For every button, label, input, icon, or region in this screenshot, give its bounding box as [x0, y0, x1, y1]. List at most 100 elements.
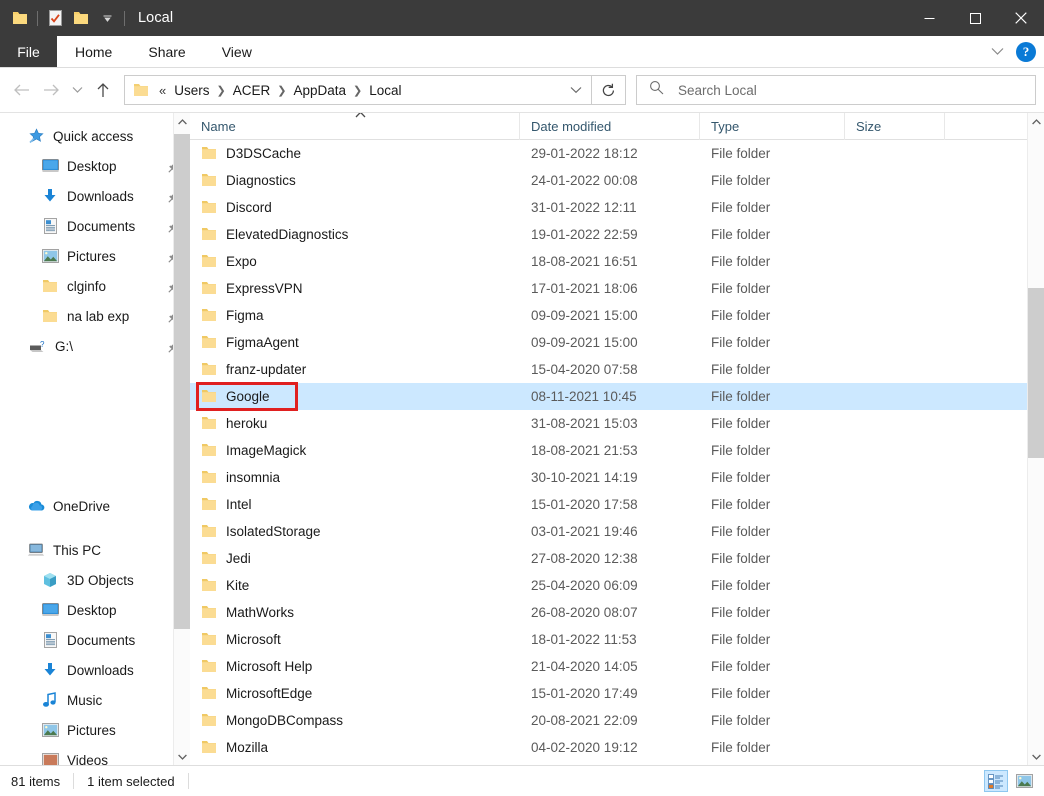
search-input[interactable]: Search Local — [678, 83, 757, 98]
details-view-button[interactable] — [984, 770, 1008, 792]
maximize-icon[interactable] — [952, 0, 998, 36]
table-row[interactable]: IsolatedStorage03-01-2021 19:46File fold… — [190, 518, 1044, 545]
sidebar-item-pc-pictures[interactable]: Pictures — [0, 715, 190, 745]
table-row[interactable]: FigmaAgent09-09-2021 15:00File folder — [190, 329, 1044, 356]
minimize-icon[interactable] — [906, 0, 952, 36]
table-row[interactable]: Diagnostics24-01-2022 00:08File folder — [190, 167, 1044, 194]
breadcrumb-item-appdata[interactable]: AppData — [287, 83, 352, 98]
table-row[interactable]: Intel15-01-2020 17:58File folder — [190, 491, 1044, 518]
documents-icon — [40, 216, 60, 236]
cell-name: insomnia — [190, 470, 520, 486]
table-row[interactable]: D3DSCache29-01-2022 18:12File folder — [190, 140, 1044, 167]
column-header-date-modified[interactable]: Date modified — [520, 113, 700, 140]
scroll-down-icon[interactable] — [1028, 748, 1044, 765]
scroll-down-icon[interactable] — [174, 748, 191, 765]
table-row[interactable]: Kite25-04-2020 06:09File folder — [190, 572, 1044, 599]
cell-type: File folder — [700, 605, 845, 620]
file-scroll-thumb[interactable] — [1028, 288, 1044, 458]
table-row[interactable]: ImageMagick18-08-2021 21:53File folder — [190, 437, 1044, 464]
sidebar-item-downloads[interactable]: Downloads — [0, 181, 190, 211]
chevron-down-icon[interactable] — [984, 39, 1010, 65]
tab-share[interactable]: Share — [130, 36, 203, 67]
table-row[interactable]: heroku31-08-2021 15:03File folder — [190, 410, 1044, 437]
sidebar-label: Documents — [67, 219, 135, 234]
sidebar-item-desktop[interactable]: Desktop — [0, 151, 190, 181]
table-row[interactable]: insomnia30-10-2021 14:19File folder — [190, 464, 1044, 491]
sidebar-item-pc-downloads[interactable]: Downloads — [0, 655, 190, 685]
table-row[interactable]: Discord31-01-2022 12:11File folder — [190, 194, 1044, 221]
refresh-button[interactable] — [592, 75, 626, 105]
table-row[interactable]: ExpressVPN17-01-2021 18:06File folder — [190, 275, 1044, 302]
chevron-right-icon[interactable]: ❯ — [216, 84, 227, 97]
table-row[interactable]: Google08-11-2021 10:45File folder — [190, 383, 1044, 410]
folder-icon — [201, 578, 217, 594]
sidebar-item-pictures[interactable]: Pictures — [0, 241, 190, 271]
table-row[interactable]: MathWorks26-08-2020 08:07File folder — [190, 599, 1044, 626]
sidebar-item-clginfo[interactable]: clginfo — [0, 271, 190, 301]
table-row[interactable]: ElevatedDiagnostics19-01-2022 22:59File … — [190, 221, 1044, 248]
scroll-up-icon[interactable] — [1028, 113, 1044, 130]
folder-icon[interactable] — [7, 5, 33, 31]
column-header-type[interactable]: Type — [700, 113, 845, 140]
column-header-size[interactable]: Size — [845, 113, 945, 140]
new-folder-icon[interactable] — [68, 5, 94, 31]
sidebar-item-documents[interactable]: Documents — [0, 211, 190, 241]
table-row[interactable]: Microsoft18-01-2022 11:53File folder — [190, 626, 1044, 653]
table-row[interactable]: MongoDBCompass20-08-2021 22:09File folde… — [190, 707, 1044, 734]
file-list-scrollbar[interactable] — [1027, 113, 1044, 765]
sidebar-item-na-lab-exp[interactable]: na lab exp — [0, 301, 190, 331]
tab-view[interactable]: View — [204, 36, 270, 67]
cell-date-modified: 20-08-2021 22:09 — [520, 713, 700, 728]
table-row[interactable]: Figma09-09-2021 15:00File folder — [190, 302, 1044, 329]
breadcrumb-item-users[interactable]: Users — [168, 83, 215, 98]
recent-locations-button[interactable] — [66, 75, 88, 105]
scroll-up-icon[interactable] — [174, 113, 191, 130]
properties-icon[interactable] — [42, 5, 68, 31]
breadcrumb-ellipsis[interactable]: « — [153, 83, 168, 98]
chevron-right-icon-3[interactable]: ❯ — [352, 84, 363, 97]
chevron-down-icon[interactable] — [94, 5, 120, 31]
sidebar-item-g-drive[interactable]: ? G:\ — [0, 331, 190, 361]
file-name-label: Figma — [226, 308, 264, 323]
sidebar-item-music[interactable]: Music — [0, 685, 190, 715]
up-button[interactable] — [88, 75, 118, 105]
folder-icon — [201, 254, 217, 270]
table-row[interactable]: franz-updater15-04-2020 07:58File folder — [190, 356, 1044, 383]
sidebar-item-this-pc[interactable]: This PC — [0, 535, 190, 565]
sidebar-item-videos[interactable]: Videos — [0, 745, 190, 765]
navigation-scroll-thumb[interactable] — [174, 134, 191, 629]
cell-date-modified: 18-01-2022 11:53 — [520, 632, 700, 647]
file-scroll-track[interactable] — [1028, 130, 1044, 748]
sidebar-item-onedrive[interactable]: OneDrive — [0, 491, 190, 521]
cell-date-modified: 31-08-2021 15:03 — [520, 416, 700, 431]
sidebar-item-pc-documents[interactable]: Documents — [0, 625, 190, 655]
folder-icon — [201, 146, 217, 162]
back-button[interactable] — [6, 75, 36, 105]
cell-date-modified: 30-10-2021 14:19 — [520, 470, 700, 485]
tab-home[interactable]: Home — [57, 36, 130, 67]
table-row[interactable]: Jedi27-08-2020 12:38File folder — [190, 545, 1044, 572]
folder-icon — [40, 276, 60, 296]
sidebar-item-3d-objects[interactable]: 3D Objects — [0, 565, 190, 595]
breadcrumb-item-acer[interactable]: ACER — [227, 83, 277, 98]
large-icons-view-button[interactable] — [1012, 770, 1036, 792]
forward-button[interactable] — [36, 75, 66, 105]
table-row[interactable]: MicrosoftEdge15-01-2020 17:49File folder — [190, 680, 1044, 707]
navigation-scrollbar[interactable] — [173, 113, 190, 765]
chevron-down-icon[interactable] — [565, 86, 587, 94]
chevron-right-icon-2[interactable]: ❯ — [276, 84, 287, 97]
address-bar: « Users ❯ ACER ❯ AppData ❯ Local Search … — [0, 68, 1044, 112]
breadcrumb-bar[interactable]: « Users ❯ ACER ❯ AppData ❯ Local — [124, 75, 592, 105]
breadcrumb-item-local[interactable]: Local — [363, 83, 407, 98]
help-icon[interactable]: ? — [1016, 42, 1036, 62]
table-row[interactable]: Mozilla04-02-2020 19:12File folder — [190, 734, 1044, 761]
navigation-scroll-track[interactable] — [174, 130, 191, 748]
tab-file[interactable]: File — [0, 36, 57, 67]
search-box[interactable]: Search Local — [636, 75, 1036, 105]
table-row[interactable]: Microsoft Help21-04-2020 14:05File folde… — [190, 653, 1044, 680]
sidebar-item-pc-desktop[interactable]: Desktop — [0, 595, 190, 625]
close-icon[interactable] — [998, 0, 1044, 36]
cell-name: Diagnostics — [190, 173, 520, 189]
sidebar-item-quick-access[interactable]: Quick access — [0, 121, 190, 151]
table-row[interactable]: Expo18-08-2021 16:51File folder — [190, 248, 1044, 275]
